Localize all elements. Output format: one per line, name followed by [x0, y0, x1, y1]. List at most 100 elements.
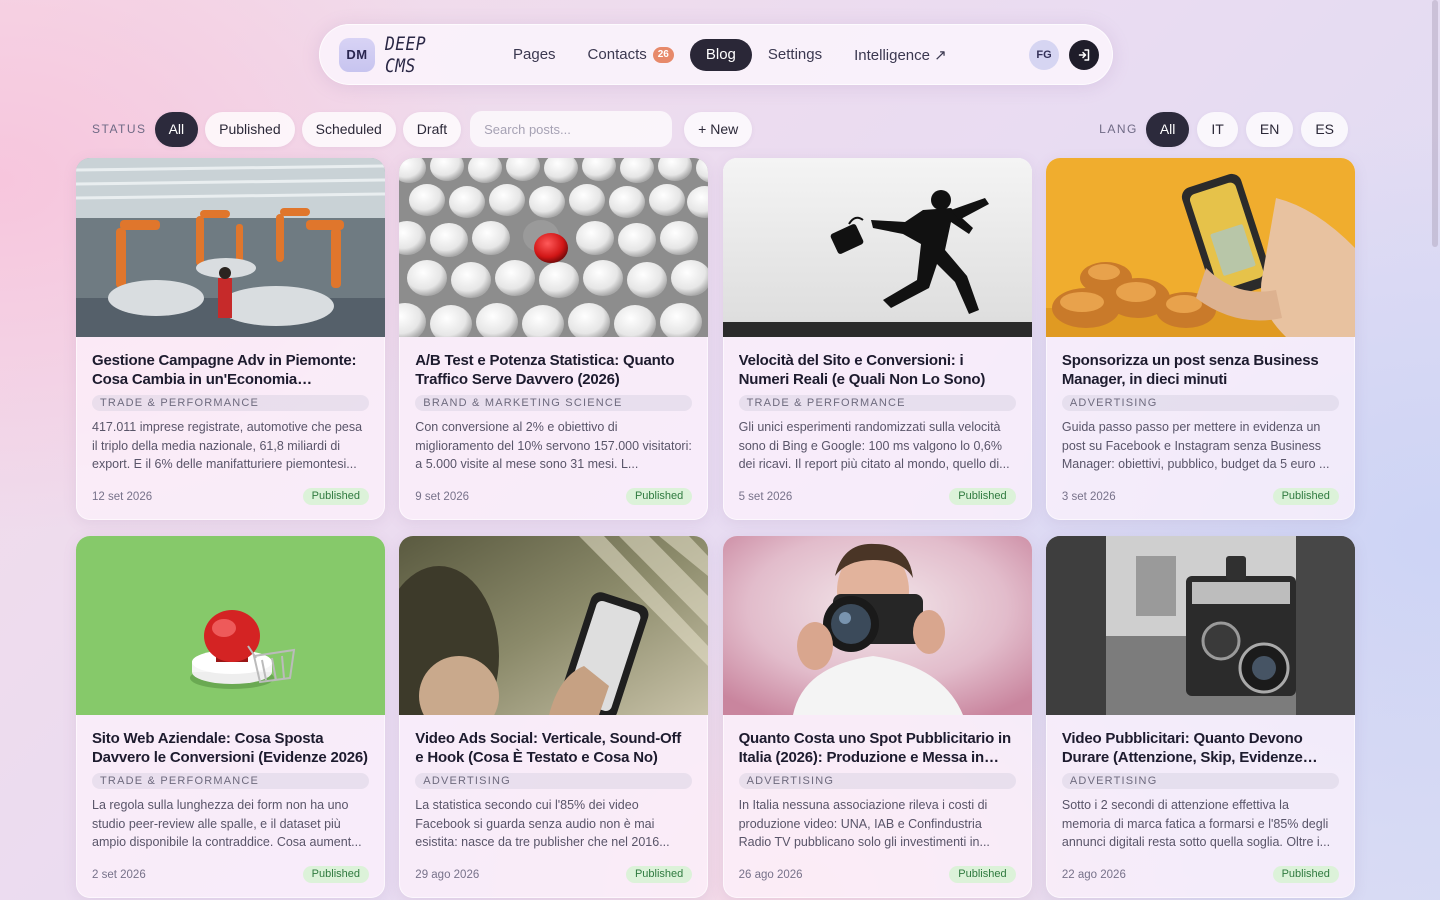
post-date: 29 ago 2026 — [415, 868, 480, 881]
language-filter: LANG All IT EN ES — [1099, 111, 1348, 147]
post-title: Video Ads Social: Verticale, Sound-Off e… — [415, 730, 682, 766]
post-excerpt: Con conversione al 2% e obiettivo di mig… — [415, 420, 692, 471]
nav-item-intelligence[interactable]: Intelligence ↗ — [838, 39, 963, 71]
status-badge: Published — [1272, 488, 1339, 505]
post-date: 26 ago 2026 — [738, 868, 803, 881]
post-footer: 3 set 2026 Published — [1062, 488, 1339, 505]
lang-chip-all[interactable]: All — [1145, 111, 1190, 147]
nav-menu: Pages Contacts 26 Blog Settings Intellig… — [497, 38, 963, 71]
status-filter-label: STATUS — [92, 122, 147, 136]
status-badge: Published — [1272, 866, 1339, 883]
post-date: 9 set 2026 — [415, 490, 470, 503]
filter-bar: STATUS All Published Scheduled Draft + N… — [92, 111, 1348, 147]
post-image-photographer — [722, 536, 1032, 715]
user-avatar[interactable]: FG — [1029, 39, 1059, 70]
post-excerpt: 417.011 imprese registrate, automotive c… — [92, 420, 363, 471]
logo-badge[interactable]: DM — [339, 37, 375, 72]
post-card-body: A/B Test e Potenza Statistica: Quanto Tr… — [399, 337, 708, 520]
post-card[interactable]: Sponsorizza un post senza Business Manag… — [1045, 158, 1355, 520]
nav-item-label: Intelligence ↗ — [854, 46, 947, 64]
post-title: Gestione Campagne Adv in Piemonte: Cosa … — [92, 352, 357, 388]
post-footer: 12 set 2026 Published — [92, 488, 369, 505]
post-date: 5 set 2026 — [738, 490, 793, 503]
post-category: BRAND & MARKETING SCIENCE — [415, 395, 693, 411]
post-excerpt: Gli unici esperimenti randomizzati sulla… — [738, 420, 1010, 471]
status-chip-published[interactable]: Published — [205, 111, 295, 147]
status-badge: Published — [949, 866, 1016, 883]
post-footer: 29 ago 2026 Published — [415, 866, 693, 883]
post-card-body: Sponsorizza un post senza Business Manag… — [1046, 337, 1355, 520]
nav-item-label: Settings — [767, 46, 823, 63]
post-excerpt: In Italia nessuna associazione rileva i … — [738, 798, 990, 849]
post-category: TRADE & PERFORMANCE — [92, 395, 369, 411]
post-card-body: Sito Web Aziendale: Cosa Sposta Davvero … — [76, 715, 385, 898]
new-post-button[interactable]: + New — [684, 111, 753, 147]
post-image-factory-robots — [76, 158, 385, 337]
post-category: ADVERTISING — [415, 773, 693, 789]
status-badge: Published — [625, 866, 693, 883]
top-navigation: DM DEEP CMS Pages Contacts 26 Blog Setti… — [319, 24, 1113, 85]
nav-item-label: Contacts — [587, 46, 647, 63]
post-footer: 2 set 2026 Published — [92, 866, 369, 883]
post-category: ADVERTISING — [1061, 773, 1339, 789]
lang-chip-en[interactable]: EN — [1245, 111, 1294, 147]
post-image-runner — [722, 158, 1032, 337]
search-input[interactable] — [470, 111, 673, 147]
post-title: Video Pubblicitari: Quanto Devono Durare… — [1061, 730, 1303, 766]
post-image-red-egg — [399, 158, 709, 337]
lang-filter-label: LANG — [1099, 122, 1138, 136]
status-badge: Published — [302, 488, 369, 505]
post-category: TRADE & PERFORMANCE — [92, 773, 369, 789]
post-card[interactable]: Video Pubblicitari: Quanto Devono Durare… — [1045, 536, 1355, 898]
status-badge: Published — [302, 866, 369, 883]
post-card[interactable]: Gestione Campagne Adv in Piemonte: Cosa … — [76, 158, 385, 520]
nav-item-settings[interactable]: Settings — [752, 39, 838, 71]
post-footer: 22 ago 2026 Published — [1062, 866, 1339, 883]
status-chip-draft[interactable]: Draft — [402, 111, 462, 147]
post-category: ADVERTISING — [1061, 395, 1339, 411]
post-date: 12 set 2026 — [92, 490, 153, 503]
post-card[interactable]: A/B Test e Potenza Statistica: Quanto Tr… — [399, 158, 709, 520]
status-badge: Published — [949, 488, 1016, 505]
post-date: 3 set 2026 — [1061, 490, 1116, 503]
nav-item-pages[interactable]: Pages — [497, 39, 572, 71]
post-grid: Gestione Campagne Adv in Piemonte: Cosa … — [76, 158, 1356, 898]
post-image-phone-croissants — [1045, 158, 1355, 337]
post-title: Sponsorizza un post senza Business Manag… — [1061, 352, 1319, 388]
contacts-count-badge: 26 — [652, 46, 674, 63]
post-excerpt: La statistica secondo cui l'85% dei vide… — [415, 798, 670, 849]
lang-chip-it[interactable]: IT — [1197, 111, 1238, 147]
nav-item-contacts[interactable]: Contacts 26 — [572, 39, 690, 71]
post-footer: 5 set 2026 Published — [739, 488, 1016, 505]
nav-item-label: Pages — [513, 46, 556, 63]
post-card[interactable]: Velocità del Sito e Conversioni: i Numer… — [722, 158, 1032, 520]
nav-item-blog[interactable]: Blog — [689, 38, 752, 71]
post-card[interactable]: Quanto Costa uno Spot Pubblicitario in I… — [722, 536, 1032, 898]
post-category: ADVERTISING — [738, 773, 1016, 789]
logout-button[interactable] — [1069, 39, 1099, 70]
post-card[interactable]: Video Ads Social: Verticale, Sound-Off e… — [399, 536, 709, 898]
post-date: 22 ago 2026 — [1061, 868, 1126, 881]
post-title: Velocità del Sito e Conversioni: i Numer… — [738, 352, 986, 388]
lang-chip-es[interactable]: ES — [1301, 111, 1348, 147]
post-card-body: Velocità del Sito e Conversioni: i Numer… — [723, 337, 1032, 520]
nav-user-area: FG — [1029, 39, 1099, 70]
post-title: Quanto Costa uno Spot Pubblicitario in I… — [738, 730, 1012, 766]
status-chip-all[interactable]: All — [154, 111, 199, 147]
logo-text[interactable]: DEEP CMS — [385, 33, 462, 77]
post-title: A/B Test e Potenza Statistica: Quanto Tr… — [415, 352, 675, 388]
post-card-body: Quanto Costa uno Spot Pubblicitario in I… — [723, 715, 1032, 898]
status-chip-scheduled[interactable]: Scheduled — [301, 111, 396, 147]
post-date: 2 set 2026 — [92, 868, 146, 881]
post-card-body: Video Ads Social: Verticale, Sound-Off e… — [399, 715, 708, 898]
post-image-camera — [1045, 536, 1355, 715]
status-badge: Published — [625, 488, 693, 505]
post-image-buy-button — [76, 536, 385, 715]
post-card-body: Video Pubblicitari: Quanto Devono Durare… — [1046, 715, 1355, 898]
post-card-body: Gestione Campagne Adv in Piemonte: Cosa … — [76, 337, 385, 520]
nav-item-label: Blog — [705, 46, 736, 63]
page-scrollbar[interactable] — [1432, 0, 1438, 247]
post-card[interactable]: Sito Web Aziendale: Cosa Sposta Davvero … — [76, 536, 385, 898]
post-footer: 9 set 2026 Published — [415, 488, 693, 505]
post-footer: 26 ago 2026 Published — [739, 866, 1016, 883]
